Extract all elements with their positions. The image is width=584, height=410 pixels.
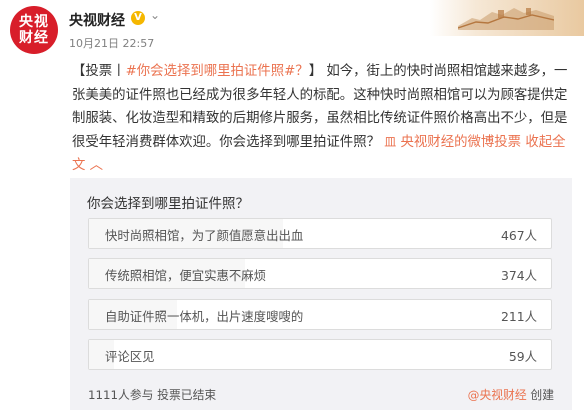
great-wall-decoration-icon xyxy=(458,8,554,30)
post-text: 【投票丨#你会选择到哪里拍证件照#？】 如今，街上的快时尚照相馆越来越多，一张美… xyxy=(72,60,572,178)
verified-badge-icon: V xyxy=(131,11,145,25)
poll-source-link[interactable]: 央视财经的微博投票 xyxy=(401,135,522,150)
poll-option-count: 467人 xyxy=(500,228,537,243)
creator-link[interactable]: @央视财经 xyxy=(468,388,527,402)
poll-card: 你会选择到哪里拍证件照？ 快时尚照相馆，为了颜值愿意出出血 467人 传统照相馆… xyxy=(70,178,572,410)
avatar-text-line2: 财经 xyxy=(19,30,49,46)
created-label: 创建 xyxy=(530,388,554,402)
participant-count: 1111人参与 xyxy=(88,388,154,402)
poll-option[interactable]: 快时尚照相馆，为了颜值愿意出出血 467人 xyxy=(88,218,552,249)
poll-stats: 1111人参与 投票已结束 xyxy=(88,386,216,403)
poll-option-label: 自助证件照一体机，出片速度嗖嗖的 xyxy=(105,309,304,324)
avatar[interactable]: 央视 财经 xyxy=(10,6,58,54)
chevron-down-icon[interactable]: ⌄ xyxy=(150,8,160,22)
poll-option[interactable]: 评论区见 59人 xyxy=(88,339,552,370)
account-name[interactable]: 央视财经 xyxy=(69,10,125,30)
poll-option-label: 快时尚照相馆，为了颜值愿意出出血 xyxy=(105,228,304,243)
poll-source-icon: 皿 xyxy=(384,134,397,149)
poll-option-label: 评论区见 xyxy=(105,349,155,364)
post-tag-suffix: 】 xyxy=(308,64,323,79)
poll-option-count: 59人 xyxy=(508,349,537,364)
header-banner xyxy=(430,0,584,36)
poll-option-count: 211人 xyxy=(500,309,537,324)
poll-option-count: 374人 xyxy=(500,268,537,283)
poll-option-label: 传统照相馆，便宜实惠不麻烦 xyxy=(105,268,267,283)
chevron-up-icon: ︿ xyxy=(89,158,104,174)
topic-link[interactable]: #你会选择到哪里拍证件照#？ xyxy=(126,64,309,79)
poll-creator: @央视财经 创建 xyxy=(468,386,554,403)
poll-question: 你会选择到哪里拍证件照？ xyxy=(87,196,249,212)
avatar-text-line1: 央视 xyxy=(19,14,49,30)
poll-option[interactable]: 自助证件照一体机，出片速度嗖嗖的 211人 xyxy=(88,299,552,330)
poll-status: 投票已结束 xyxy=(157,388,217,402)
post-timestamp[interactable]: 10月21日 22:57 xyxy=(69,35,154,51)
poll-option[interactable]: 传统照相馆，便宜实惠不麻烦 374人 xyxy=(88,258,552,289)
post-tag-prefix: 【投票丨 xyxy=(72,64,126,79)
